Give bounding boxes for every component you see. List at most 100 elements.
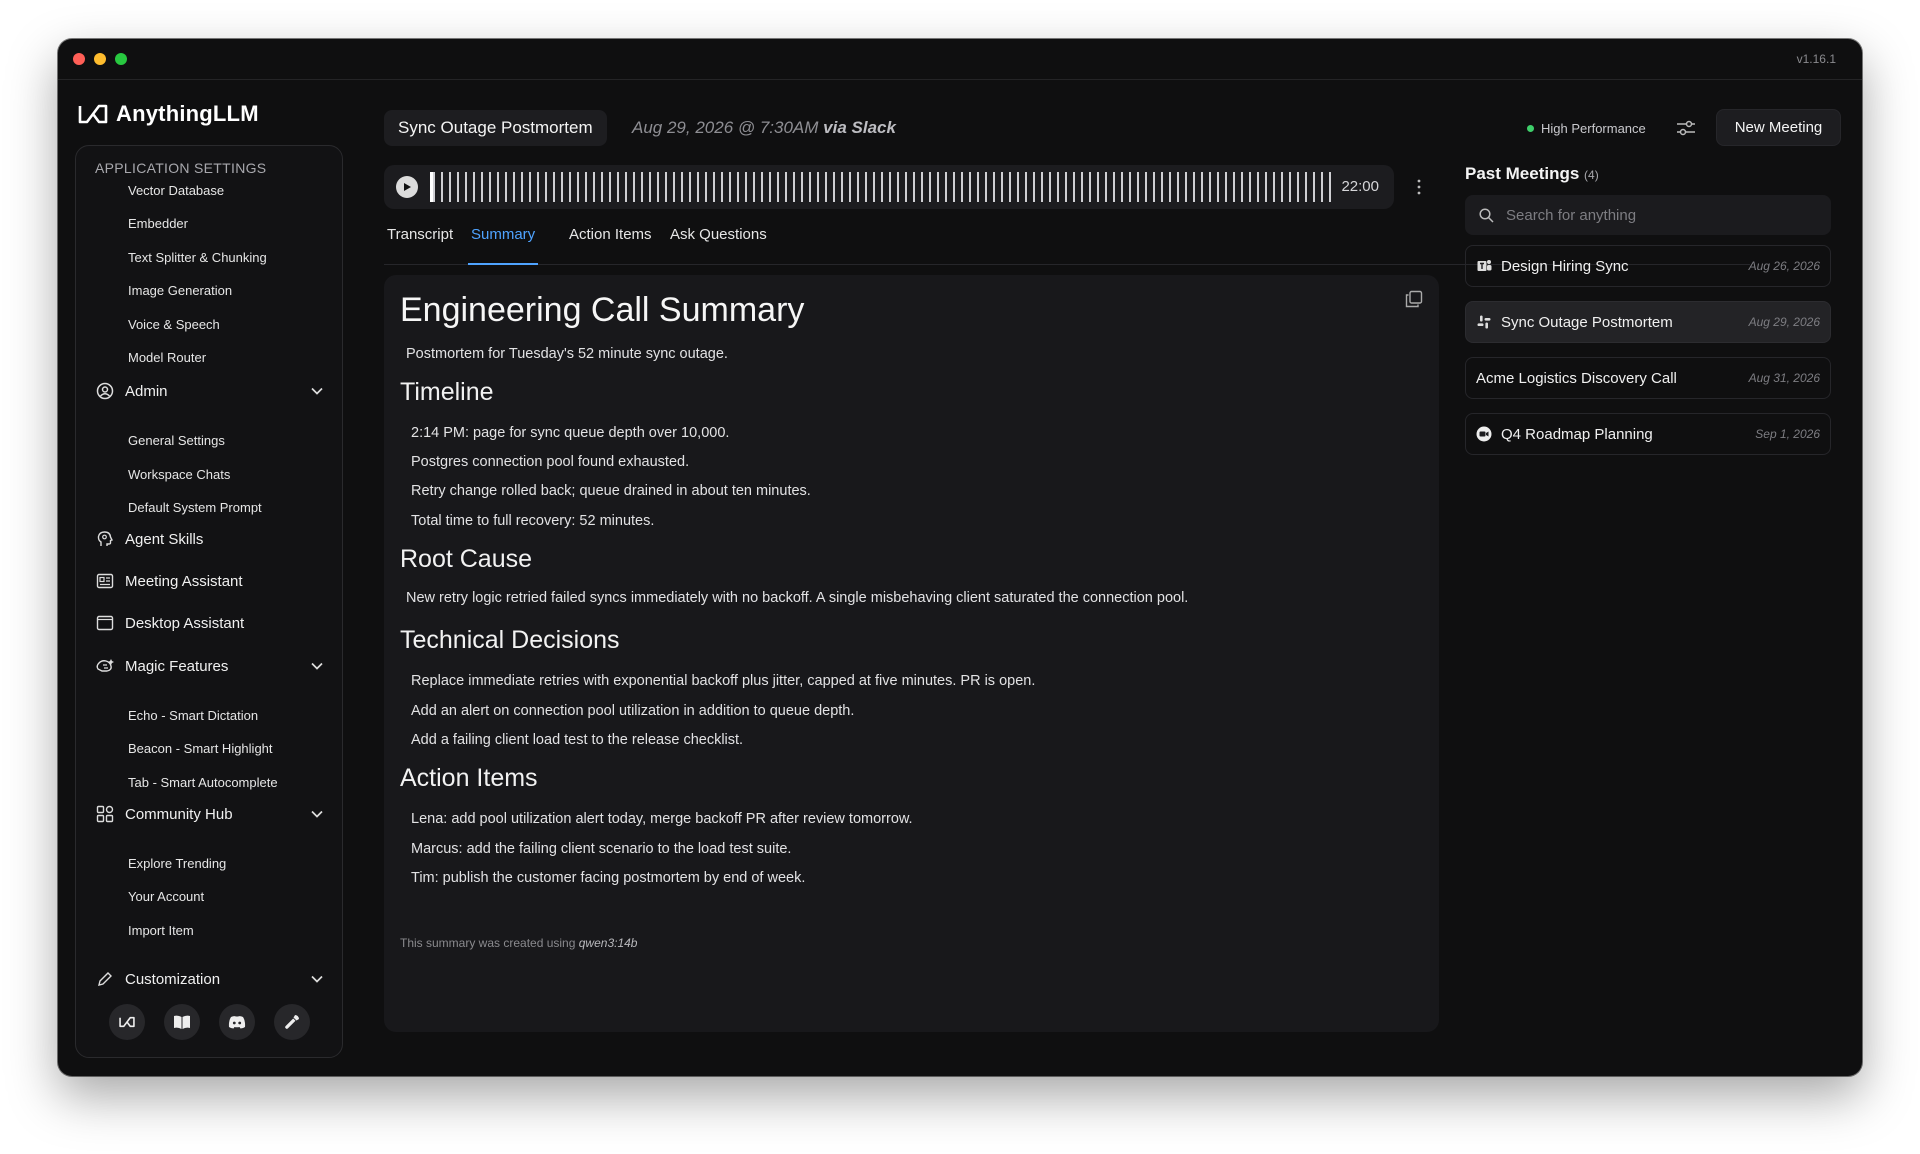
book-icon [173,1015,190,1029]
sidebar-item-voice-speech[interactable]: Voice & Speech [128,317,220,332]
list-item: 2:14 PM: page for sync queue depth over … [411,425,730,441]
meeting-title: Sync Outage Postmortem [1501,313,1673,331]
home-button[interactable] [108,1004,145,1040]
sidebar-section-community-hub[interactable]: Community Hub [95,801,324,827]
past-meetings-count: (4) [1584,168,1599,182]
sidebar-item-image-generation[interactable]: Image Generation [128,283,232,298]
meeting-date: Aug 29, 2026 [1748,315,1820,329]
app-window: v1.16.1 AnythingLLM APPLICATION SETTINGS… [58,39,1862,1076]
meeting-title[interactable]: Sync Outage Postmortem [384,110,607,146]
brand[interactable]: AnythingLLM [78,101,259,127]
list-item: Replace immediate retries with exponenti… [411,673,1036,689]
version-label: v1.16.1 [1796,52,1836,66]
list-item[interactable]: Acme Logistics Discovery Call Aug 31, 20… [1465,357,1831,399]
customization-icon [95,969,115,987]
sidebar-section-magic-features[interactable]: Magic Features [95,653,324,679]
settings-button[interactable] [273,1004,310,1040]
agent-skills-label: Agent Skills [125,530,204,548]
meeting-title: Acme Logistics Discovery Call [1476,369,1677,387]
sidebar-section-agent-skills[interactable]: Agent Skills [95,526,324,552]
agent-skills-icon [95,529,115,549]
meeting-search[interactable] [1465,195,1831,235]
decisions-heading: Technical Decisions [400,626,620,654]
tab-ask-questions[interactable]: Ask Questions [667,223,770,265]
sidebar-section-admin[interactable]: Admin [95,378,324,404]
sidebar-item-general-settings[interactable]: General Settings [128,433,225,448]
action-items-heading: Action Items [400,764,538,792]
sidebar-item-echo-smart-dictation[interactable]: Echo - Smart Dictation [128,708,258,723]
sidebar-item-default-system-prompt[interactable]: Default System Prompt [128,500,262,515]
sidebar-item-beacon-smart-highlight[interactable]: Beacon - Smart Highlight [128,741,273,756]
list-item: Postgres connection pool found exhausted… [411,454,690,470]
sidebar-item-vector-database[interactable]: Vector Database [128,183,224,198]
meeting-date: Aug 31, 2026 [1748,371,1820,385]
play-icon [404,183,411,191]
sidebar-heading: APPLICATION SETTINGS [95,160,267,176]
minimize-window-button[interactable] [94,53,106,65]
audio-waveform[interactable] [430,172,1334,202]
model-name: qwen3:14b [578,936,638,950]
chevron-down-icon[interactable] [310,807,324,821]
list-item[interactable]: Sync Outage Postmortem Aug 29, 2026 [1465,301,1831,343]
list-item[interactable]: Q4 Roadmap Planning Sep 1, 2026 [1465,413,1831,455]
meeting-date: Aug 26, 2026 [1748,259,1820,273]
past-meetings-heading: Past Meetings (4) [1465,164,1599,184]
list-item: Add an alert on connection pool utilizat… [411,703,855,719]
search-input[interactable] [1506,206,1806,224]
search-icon [1479,207,1494,223]
copy-icon[interactable] [1405,290,1423,308]
tab-transcript[interactable]: Transcript [384,223,456,265]
meeting-date: Sep 1, 2026 [1755,427,1820,441]
past-meetings-label: Past Meetings [1465,164,1580,183]
sliders-icon[interactable] [1674,116,1698,140]
meeting-meta: Aug 29, 2026 @ 7:30AM via Slack [632,118,896,138]
anythingllm-logo-icon [118,1016,135,1028]
sidebar-scroll-area[interactable]: APPLICATION SETTINGS Vector Database Emb… [76,146,342,987]
sidebar-item-text-splitter[interactable]: Text Splitter & Chunking [128,250,267,265]
sidebar-section-customization[interactable]: Customization [95,966,324,987]
wrench-icon [284,1015,299,1029]
sidebar-item-model-router[interactable]: Model Router [128,350,206,365]
community-hub-label: Community Hub [125,805,233,823]
admin-icon [95,381,115,401]
meeting-assistant-label: Meeting Assistant [125,572,243,590]
sidebar-item-workspace-chats[interactable]: Workspace Chats [128,467,230,482]
chevron-down-icon[interactable] [310,659,324,673]
maximize-window-button[interactable] [115,53,127,65]
list-item: Total time to full recovery: 52 minutes. [411,513,655,529]
admin-label: Admin [125,382,168,400]
sidebar-item-explore-trending[interactable]: Explore Trending [128,856,226,871]
sidebar-item-embedder[interactable]: Embedder [128,216,188,231]
chevron-down-icon[interactable] [310,384,324,398]
summary-footer: This summary was created using qwen3:14b [400,936,637,950]
sidebar-footer [76,987,342,1057]
new-meeting-button[interactable]: New Meeting [1716,109,1841,146]
tab-action-items[interactable]: Action Items [566,223,655,265]
discord-icon [228,1016,245,1029]
slack-icon [1476,314,1492,330]
more-options-icon[interactable] [1416,177,1422,197]
discord-button[interactable] [218,1004,255,1040]
customization-label: Customization [125,970,221,988]
anythingllm-logo-icon [78,104,108,124]
desktop-assistant-icon [95,613,115,633]
meeting-title: Design Hiring Sync [1501,257,1629,275]
performance-indicator[interactable]: High Performance [1527,121,1646,136]
play-button[interactable] [396,176,418,198]
performance-label: High Performance [1541,121,1646,136]
tab-summary[interactable]: Summary [468,223,539,265]
chevron-down-icon[interactable] [310,972,324,986]
sidebar-section-desktop-assistant[interactable]: Desktop Assistant [95,610,324,636]
list-item[interactable]: Design Hiring Sync Aug 26, 2026 [1465,245,1831,287]
close-window-button[interactable] [73,53,85,65]
sidebar-section-meeting-assistant[interactable]: Meeting Assistant [95,568,324,594]
list-item: Marcus: add the failing client scenario … [411,841,792,857]
sidebar-item-import-item[interactable]: Import Item [128,923,194,938]
list-item: Retry change rolled back; queue drained … [411,483,811,499]
settings-sidebar: APPLICATION SETTINGS Vector Database Emb… [75,145,343,1058]
docs-button[interactable] [163,1004,200,1040]
sidebar-item-your-account[interactable]: Your Account [128,889,204,904]
sidebar-item-tab-smart-autocomplete[interactable]: Tab - Smart Autocomplete [128,775,278,790]
brand-name: AnythingLLM [116,101,259,126]
root-cause-text: New retry logic retried failed syncs imm… [406,590,1189,606]
